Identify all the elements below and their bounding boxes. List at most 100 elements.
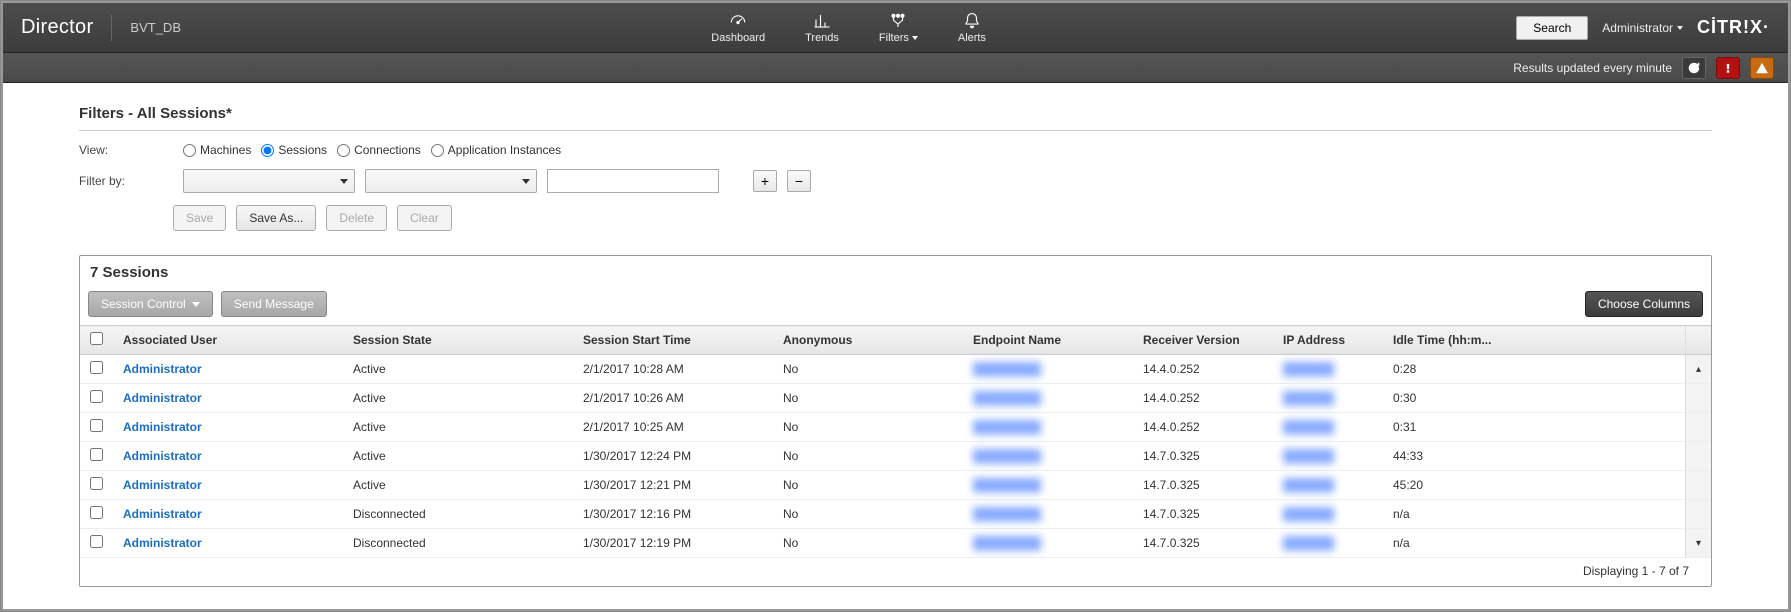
warning-alert-button[interactable] <box>1750 57 1774 79</box>
user-link[interactable]: Administrator <box>123 507 202 521</box>
col-anon[interactable]: Anonymous <box>773 326 963 355</box>
trends-icon <box>813 12 831 30</box>
nav-trends[interactable]: Trends <box>799 8 845 48</box>
col-state[interactable]: Session State <box>343 326 573 355</box>
label-text: Connections <box>354 143 421 157</box>
user-link[interactable]: Administrator <box>123 478 202 492</box>
user-link[interactable]: Administrator <box>123 362 202 376</box>
cell-state: Active <box>343 442 573 471</box>
user-link[interactable]: Administrator <box>123 391 202 405</box>
scrollbar-track[interactable]: ▴ <box>1685 355 1711 384</box>
table-row[interactable]: AdministratorActive2/1/2017 10:25 AMNo██… <box>80 413 1711 442</box>
col-receiver[interactable]: Receiver Version <box>1133 326 1273 355</box>
cell-receiver: 14.4.0.252 <box>1133 384 1273 413</box>
radio-machines[interactable]: Machines <box>183 143 251 157</box>
col-idle[interactable]: Idle Time (hh:m... <box>1383 326 1685 355</box>
sessions-table: Associated User Session State Session St… <box>80 325 1711 558</box>
remove-filter-button[interactable]: − <box>787 170 811 192</box>
row-checkbox[interactable] <box>90 535 103 548</box>
button-label: Session Control <box>101 297 186 311</box>
col-ip[interactable]: IP Address <box>1273 326 1383 355</box>
view-radios: Machines Sessions Connections Applicatio… <box>183 143 561 157</box>
table-row[interactable]: AdministratorActive2/1/2017 10:28 AMNo██… <box>80 355 1711 384</box>
content-area: Filters - All Sessions* View: Machines S… <box>3 83 1788 609</box>
table-row[interactable]: AdministratorActive1/30/2017 12:21 PMNo█… <box>80 471 1711 500</box>
radio-sessions[interactable]: Sessions <box>261 143 327 157</box>
table-row[interactable]: AdministratorDisconnected1/30/2017 12:16… <box>80 500 1711 529</box>
row-checkbox[interactable] <box>90 448 103 461</box>
delete-button: Delete <box>326 205 387 231</box>
cell-idle: 0:28 <box>1383 355 1685 384</box>
search-button[interactable]: Search <box>1516 16 1588 40</box>
scrollbar-track[interactable] <box>1685 442 1711 471</box>
row-checkbox[interactable] <box>90 390 103 403</box>
cell-start: 1/30/2017 12:19 PM <box>573 529 773 558</box>
administrator-menu[interactable]: Administrator <box>1602 21 1683 35</box>
chevron-down-icon <box>912 36 918 40</box>
cell-receiver: 14.7.0.325 <box>1133 529 1273 558</box>
divider <box>111 15 112 41</box>
scrollbar-track[interactable] <box>1685 384 1711 413</box>
nav-alerts[interactable]: Alerts <box>952 8 992 48</box>
cell-state: Disconnected <box>343 529 573 558</box>
sessions-panel: 7 Sessions Session Control Send Message … <box>79 255 1712 587</box>
cell-anon: No <box>773 442 963 471</box>
cell-start: 2/1/2017 10:28 AM <box>573 355 773 384</box>
choose-columns-button[interactable]: Choose Columns <box>1585 291 1703 317</box>
cell-ip: ██████ <box>1273 384 1383 413</box>
cell-anon: No <box>773 413 963 442</box>
filter-operator-select[interactable] <box>365 169 537 193</box>
user-link[interactable]: Administrator <box>123 536 202 550</box>
radio-app-instances[interactable]: Application Instances <box>431 143 561 157</box>
filter-value-input[interactable] <box>547 169 719 193</box>
scrollbar-track[interactable]: ▾ <box>1685 529 1711 558</box>
page-title: Filters - All Sessions* <box>79 105 1712 131</box>
cell-idle: 0:31 <box>1383 413 1685 442</box>
row-checkbox[interactable] <box>90 477 103 490</box>
row-checkbox[interactable] <box>90 361 103 374</box>
cell-anon: No <box>773 355 963 384</box>
chevron-down-icon <box>192 302 200 307</box>
citrix-logo: CİTR!X· <box>1697 17 1770 38</box>
cell-idle: 44:33 <box>1383 442 1685 471</box>
session-control-button[interactable]: Session Control <box>88 291 213 317</box>
admin-label: Administrator <box>1602 21 1673 35</box>
status-text: Results updated every minute <box>1513 61 1672 75</box>
col-endpoint[interactable]: Endpoint Name <box>963 326 1133 355</box>
send-message-button[interactable]: Send Message <box>221 291 327 317</box>
view-label: View: <box>79 143 173 157</box>
scrollbar-track[interactable] <box>1685 413 1711 442</box>
user-link[interactable]: Administrator <box>123 449 202 463</box>
save-button: Save <box>173 205 226 231</box>
top-bar: Director BVT_DB Dashboard Trends Filters <box>3 3 1788 53</box>
nav-label: Dashboard <box>711 32 765 44</box>
chevron-down-icon <box>340 179 348 184</box>
col-start[interactable]: Session Start Time <box>573 326 773 355</box>
scrollbar-track[interactable] <box>1685 500 1711 529</box>
row-checkbox[interactable] <box>90 506 103 519</box>
bell-icon <box>963 12 981 30</box>
add-filter-button[interactable]: + <box>753 170 777 192</box>
radio-connections[interactable]: Connections <box>337 143 421 157</box>
nav-dashboard[interactable]: Dashboard <box>705 8 771 48</box>
scrollbar-track[interactable] <box>1685 471 1711 500</box>
cell-receiver: 14.7.0.325 <box>1133 442 1273 471</box>
table-row[interactable]: Administrator Disconnected1/30/2017 12:19… <box>80 529 1711 558</box>
table-footer: Displaying 1 - 7 of 7 <box>80 558 1711 586</box>
critical-alert-button[interactable] <box>1716 57 1740 79</box>
save-as-button[interactable]: Save As... <box>236 205 316 231</box>
nav-filters[interactable]: Filters <box>873 8 924 48</box>
row-checkbox[interactable] <box>90 419 103 432</box>
alert-icon <box>1721 61 1735 75</box>
table-row[interactable]: AdministratorActive2/1/2017 10:26 AMNo██… <box>80 384 1711 413</box>
cell-anon: No <box>773 384 963 413</box>
select-all-checkbox[interactable] <box>90 332 103 345</box>
user-link[interactable]: Administrator <box>123 420 202 434</box>
cell-start: 1/30/2017 12:21 PM <box>573 471 773 500</box>
cell-endpoint: ████████ <box>963 413 1133 442</box>
col-user[interactable]: Associated User <box>113 326 343 355</box>
refresh-button[interactable] <box>1682 57 1706 79</box>
cell-state: Disconnected <box>343 500 573 529</box>
table-row[interactable]: AdministratorActive1/30/2017 12:24 PMNo█… <box>80 442 1711 471</box>
filter-field-select[interactable] <box>183 169 355 193</box>
